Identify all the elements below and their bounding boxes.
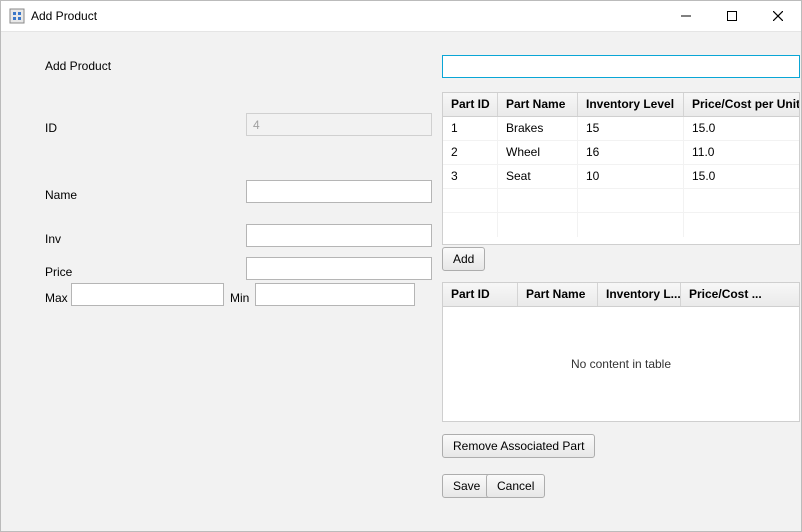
col-part-name[interactable]: Part Name [518,283,598,306]
cell-inventory: 15 [578,117,684,140]
name-field[interactable] [246,180,432,203]
assoc-table-header: Part ID Part Name Inventory L... Price/C… [443,283,799,307]
max-field[interactable] [71,283,224,306]
table-row [443,213,799,237]
table-row [443,189,799,213]
cell-part-name: Seat [498,165,578,188]
cell-price: 15.0 [684,117,799,140]
app-icon [9,8,25,24]
window-minimize-button[interactable] [663,1,709,32]
window-title: Add Product [31,9,97,23]
cell-price: 11.0 [684,141,799,164]
id-label: ID [45,121,57,135]
col-part-id[interactable]: Part ID [443,93,498,116]
cell-inventory: 16 [578,141,684,164]
search-input[interactable] [442,55,800,78]
cell-inventory: 10 [578,165,684,188]
window-close-button[interactable] [755,1,801,32]
price-field[interactable] [246,257,432,280]
inv-label: Inv [45,232,61,246]
cell-part-name: Brakes [498,117,578,140]
name-label: Name [45,188,77,202]
col-price[interactable]: Price/Cost per Unit [684,93,799,116]
id-field [246,113,432,136]
col-part-name[interactable]: Part Name [498,93,578,116]
cell-price: 15.0 [684,165,799,188]
table-row[interactable]: 3 Seat 10 15.0 [443,165,799,189]
min-label: Min [230,291,249,305]
col-inventory[interactable]: Inventory L... [598,283,681,306]
cell-part-name: Wheel [498,141,578,164]
parts-table-header: Part ID Part Name Inventory Level Price/… [443,93,799,117]
col-inventory[interactable]: Inventory Level [578,93,684,116]
cell-part-id: 3 [443,165,498,188]
associated-parts-table[interactable]: Part ID Part Name Inventory L... Price/C… [442,282,800,422]
assoc-table-body: No content in table [443,307,799,421]
cell-part-id: 1 [443,117,498,140]
add-button[interactable]: Add [442,247,485,271]
table-row[interactable]: 1 Brakes 15 15.0 [443,117,799,141]
remove-associated-part-button[interactable]: Remove Associated Part [442,434,595,458]
window-maximize-button[interactable] [709,1,755,32]
save-button[interactable]: Save [442,474,491,498]
cancel-button[interactable]: Cancel [486,474,545,498]
window-titlebar: Add Product [1,1,801,32]
page-title: Add Product [45,59,111,73]
cell-part-id: 2 [443,141,498,164]
parts-table-body: 1 Brakes 15 15.0 2 Wheel 16 11.0 3 Seat … [443,117,799,237]
parts-table[interactable]: Part ID Part Name Inventory Level Price/… [442,92,800,245]
min-field[interactable] [255,283,415,306]
inv-field[interactable] [246,224,432,247]
empty-table-message: No content in table [571,357,671,371]
table-row[interactable]: 2 Wheel 16 11.0 [443,141,799,165]
price-label: Price [45,265,72,279]
col-price[interactable]: Price/Cost ... [681,283,799,306]
col-part-id[interactable]: Part ID [443,283,518,306]
max-label: Max [45,291,68,305]
